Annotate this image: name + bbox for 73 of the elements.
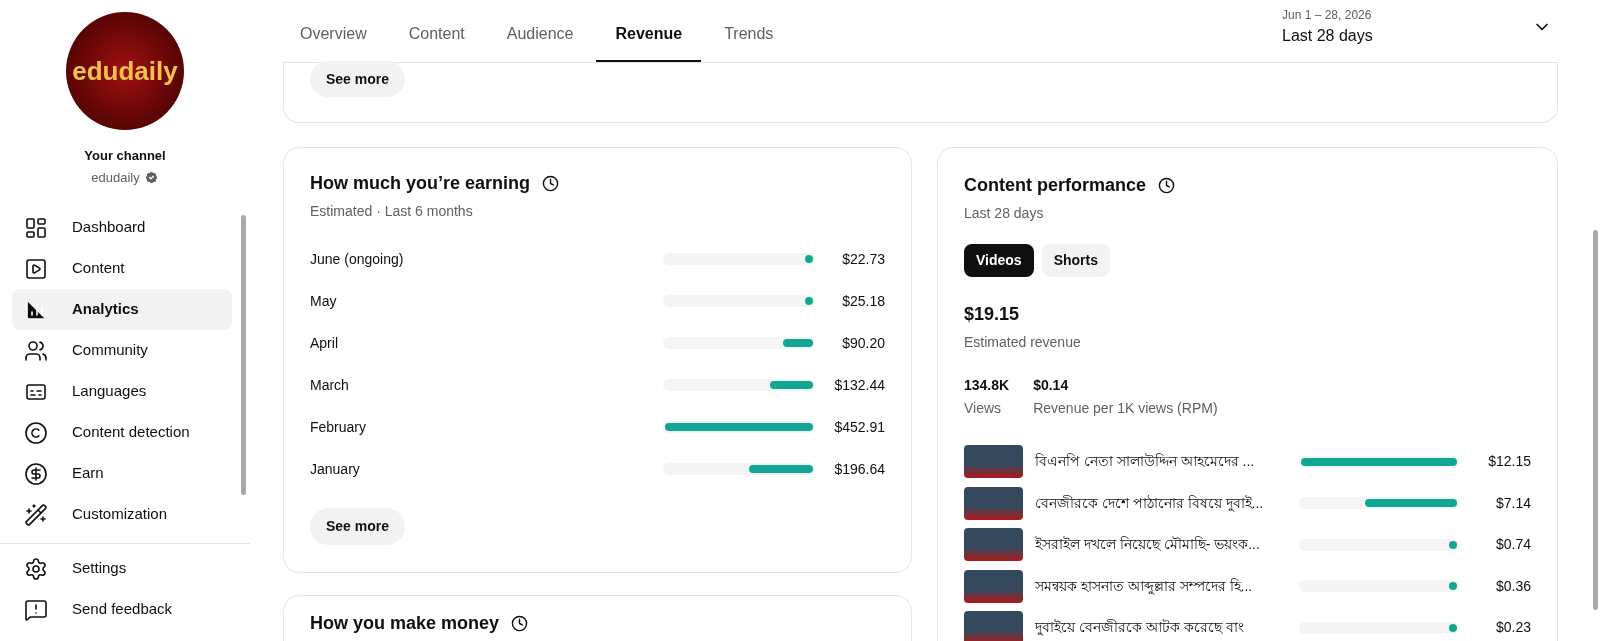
see-more-button[interactable]: See more (310, 508, 406, 545)
sidebar-item[interactable]: Earn (12, 453, 232, 494)
revenue-value: $196.64 (833, 459, 885, 479)
settings-icon (24, 556, 48, 581)
sidebar-item[interactable]: Content detection (12, 412, 232, 453)
card-title: Content performance (964, 174, 1147, 197)
total-revenue-label: Estimated revenue (964, 333, 1082, 352)
play-stack-icon (24, 256, 48, 281)
clock-icon (1158, 177, 1176, 194)
filter-chip[interactable]: Videos (964, 244, 1034, 277)
video-title[interactable]: বেনজীরকে দেশে পাঠানোর বিষয়ে দুবাই... (1035, 492, 1287, 514)
people-icon (24, 338, 48, 363)
video-thumbnail[interactable] (964, 611, 1023, 641)
grid-icon (24, 215, 48, 240)
revenue-value: $22.73 (841, 249, 885, 269)
filter-chip[interactable]: Shorts (1041, 244, 1110, 277)
month-label: May (310, 291, 338, 311)
sidebar-item[interactable]: Settings (12, 548, 234, 589)
revenue-value: $7.14 (1494, 493, 1531, 513)
revenue-value: $12.15 (1487, 452, 1531, 472)
logo-text: edudaily (72, 54, 178, 88)
revenue-value: $25.18 (841, 291, 885, 311)
sidebar-item[interactable]: Customization (12, 494, 232, 535)
card-title: How you make money (310, 612, 500, 635)
video-thumbnail[interactable] (964, 569, 1023, 603)
card-title: How much you’re earning (310, 172, 531, 195)
video-title[interactable]: দুবাইয়ে বেনজীরকে আটক করেছে বাং (1035, 617, 1287, 639)
channel-name: edudaily (91, 168, 140, 187)
month-label: February (310, 417, 368, 437)
stat-label: Views (964, 399, 1003, 418)
sidebar-item[interactable]: Send feedback (12, 589, 234, 630)
magic-wand-icon (24, 502, 48, 527)
date-range-dropdown[interactable]: Jun 1 – 28, 2026 Last 28 days (1282, 0, 1552, 62)
video-title[interactable]: সমন্বয়ক হাসনাত আব্দুল্লার সম্পদের হি... (1035, 575, 1287, 597)
video-thumbnail[interactable] (964, 528, 1023, 562)
feedback-icon (24, 597, 48, 622)
stat-value: $0.14 (1033, 376, 1070, 395)
sidebar-item[interactable]: Community (12, 330, 232, 371)
card-subtitle: Estimated · Last 6 months (310, 202, 474, 221)
sidebar-item[interactable]: Languages (12, 371, 232, 412)
copyright-icon (24, 420, 48, 445)
revenue-value: $132.44 (833, 375, 885, 395)
sidebar-item[interactable]: Content (12, 248, 232, 289)
tab[interactable]: Content (389, 22, 484, 62)
video-thumbnail[interactable] (964, 445, 1023, 479)
sidebar-item[interactable]: Dashboard (12, 207, 232, 248)
month-label: January (310, 459, 361, 479)
stat-label: Revenue per 1K views (RPM) (1033, 399, 1218, 418)
sidebar-item[interactable]: Analytics (12, 289, 232, 330)
clock-icon (542, 175, 560, 192)
tab[interactable]: Audience (487, 22, 593, 62)
clock-icon (511, 615, 529, 632)
revenue-value: $0.74 (1494, 535, 1531, 555)
revenue-value: $0.36 (1494, 576, 1531, 596)
video-thumbnail[interactable] (964, 486, 1023, 520)
channel-avatar[interactable]: edudaily (66, 12, 184, 130)
month-label: March (310, 375, 350, 395)
see-more-button[interactable]: See more (310, 61, 406, 97)
tab[interactable]: Revenue (596, 22, 702, 62)
month-label: June (ongoing) (310, 249, 405, 269)
video-title[interactable]: বিএনপি নেতা সালাউদ্দিন আহমেদের ... (1035, 451, 1287, 473)
month-label: April (310, 333, 339, 353)
video-title[interactable]: ইসরাইল দখলে নিয়েছে মৌমাছি- ভয়ংক... (1035, 534, 1287, 556)
stat-value: 134.8K (964, 376, 1010, 395)
revenue-value: $452.91 (833, 417, 885, 437)
dollar-icon (24, 461, 48, 486)
tab[interactable]: Trends (705, 22, 793, 62)
revenue-value: $0.23 (1494, 618, 1531, 638)
card-subtitle: Last 28 days (964, 204, 1045, 223)
total-revenue: $19.15 (964, 303, 1021, 326)
channel-label: Your channel (84, 147, 166, 165)
tab[interactable]: Overview (281, 22, 386, 62)
revenue-value: $90.20 (841, 333, 885, 353)
